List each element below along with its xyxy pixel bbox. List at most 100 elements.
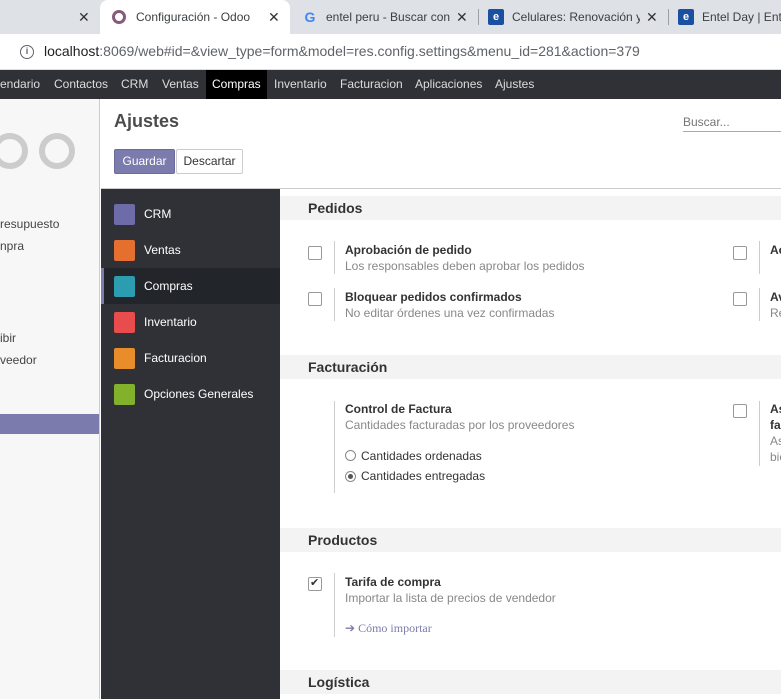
setting-title: Av <box>770 290 781 304</box>
close-tab-icon[interactable]: ✕ <box>456 9 468 26</box>
tab-title: Configuración - Odoo <box>136 10 251 24</box>
section-heading-pedidos: Pedidos <box>280 196 781 220</box>
setting-title: As <box>770 402 781 416</box>
settings-tab-label: Facturacion <box>144 351 207 365</box>
url-host: localhost <box>44 43 100 59</box>
menu-item-ventas[interactable]: Ventas <box>162 70 199 99</box>
tarifa-compra-checkbox[interactable] <box>308 576 322 591</box>
info-icon[interactable]: i <box>20 45 34 59</box>
browser-tab-google[interactable]: G entel peru - Buscar con Google ✕ <box>290 0 478 34</box>
tab-title: Entel Day | Entel <box>702 10 781 24</box>
sales-icon <box>114 239 135 261</box>
save-button[interactable]: Guardar <box>114 149 175 174</box>
sidebar-item[interactable]: resupuesto <box>0 217 59 231</box>
menu-item-facturacion[interactable]: Facturacion <box>340 70 403 99</box>
sidebar-item[interactable]: ibir <box>0 331 16 345</box>
browser-tab-entel-day[interactable]: e Entel Day | Entel <box>668 0 781 34</box>
settings-tab-label: Ventas <box>144 243 181 257</box>
browser-tab-odoo[interactable]: Configuración - Odoo ✕ <box>100 0 290 34</box>
main-menu: endario Contactos CRM Ventas Compras Inv… <box>0 70 781 99</box>
entel-favicon-icon: e <box>678 9 694 25</box>
odoo-logo <box>0 133 28 169</box>
settings-tab-label: Compras <box>144 279 193 293</box>
como-importar-link[interactable]: ➔ Cómo importar <box>345 621 432 636</box>
setting-checkbox[interactable] <box>733 246 747 260</box>
inventory-icon <box>114 311 135 333</box>
section-heading-productos: Productos <box>280 528 781 552</box>
aprobacion-pedido-checkbox[interactable] <box>308 246 322 260</box>
discard-button[interactable]: Descartar <box>176 149 243 174</box>
menu-item-aplicaciones[interactable]: Aplicaciones <box>415 70 482 99</box>
tab-title: entel peru - Buscar con Google <box>326 10 450 24</box>
sidebar-item[interactable]: veedor <box>0 353 37 367</box>
setting-title: Ac <box>770 243 781 257</box>
settings-tab-facturacion[interactable]: Facturacion <box>101 340 280 376</box>
app-sidebar: resupuesto npra ibir veedor <box>0 99 100 699</box>
close-tab-icon[interactable]: ✕ <box>646 9 658 26</box>
search-input[interactable] <box>683 112 781 132</box>
settings-tab-ventas[interactable]: Ventas <box>101 232 280 268</box>
cantidades-ordenadas-radio[interactable] <box>345 450 356 461</box>
setting-divider <box>334 241 335 274</box>
google-favicon-icon: G <box>304 9 316 25</box>
setting-title: Tarifa de compra <box>345 575 441 589</box>
address-bar[interactable]: i localhost:8069/web#id=&view_type=form&… <box>0 34 781 70</box>
menu-item-crm[interactable]: CRM <box>121 70 148 99</box>
menu-item-inventario[interactable]: Inventario <box>274 70 327 99</box>
url-text[interactable]: localhost:8069/web#id=&view_type=form&mo… <box>44 43 640 59</box>
browser-tab-bar: ✕ Configuración - Odoo ✕ G entel peru - … <box>0 0 781 34</box>
menu-item-ajustes[interactable]: Ajustes <box>495 70 534 99</box>
arrow-right-icon: ➔ <box>345 621 356 635</box>
sidebar-active-item[interactable] <box>0 414 99 434</box>
setting-title: fa <box>770 418 781 432</box>
radio-label: Cantidades entregadas <box>361 469 486 483</box>
settings-tab-label: Inventario <box>144 315 197 329</box>
setting-description: As <box>770 434 781 448</box>
odoo-favicon-icon <box>112 10 126 24</box>
setting-checkbox[interactable] <box>733 292 747 306</box>
close-tab-icon[interactable]: ✕ <box>78 9 90 26</box>
setting-description: No editar órdenes una vez confirmadas <box>345 306 555 320</box>
setting-description: Los responsables deben aprobar los pedid… <box>345 259 585 273</box>
settings-tab-general[interactable]: Opciones Generales <box>101 376 280 412</box>
settings-tab-inventario[interactable]: Inventario <box>101 304 280 340</box>
browser-tab-entel[interactable]: e Celulares: Renovación y Portabilidad ✕ <box>478 0 668 34</box>
page-title: Ajustes <box>114 111 180 131</box>
menu-item-compras[interactable]: Compras <box>206 70 267 99</box>
setting-description: Cantidades facturadas por los proveedore… <box>345 418 575 432</box>
setting-checkbox[interactable] <box>733 404 747 418</box>
menu-item-contactos[interactable]: Contactos <box>54 70 108 99</box>
setting-divider <box>759 401 760 466</box>
setting-title: Aprobación de pedido <box>345 243 472 257</box>
tab-title: Celulares: Renovación y Portabilidad <box>512 10 640 24</box>
invoicing-icon <box>114 347 135 369</box>
section-heading-facturacion: Facturación <box>280 355 781 379</box>
sidebar-item[interactable]: npra <box>0 239 24 253</box>
url-path: :8069/web#id=&view_type=form&model=res.c… <box>99 43 640 59</box>
setting-divider <box>759 288 760 321</box>
control-panel: Ajustes Guardar Descartar <box>101 99 781 189</box>
bloquear-pedidos-checkbox[interactable] <box>308 292 322 306</box>
setting-divider <box>334 573 335 637</box>
settings-content: Pedidos Aprobación de pedido Los respons… <box>280 189 781 699</box>
setting-divider <box>334 401 335 493</box>
radio-label: Cantidades ordenadas <box>361 449 482 463</box>
setting-title: Bloquear pedidos confirmados <box>345 290 522 304</box>
setting-divider <box>759 241 760 274</box>
close-tab-icon[interactable]: ✕ <box>268 9 280 26</box>
setting-description: Importar la lista de precios de vendedor <box>345 591 556 605</box>
settings-tab-crm[interactable]: CRM <box>101 196 280 232</box>
link-label: Cómo importar <box>358 621 432 635</box>
entel-favicon-icon: e <box>488 9 504 25</box>
cantidades-entregadas-radio[interactable] <box>345 471 356 482</box>
settings-tab-label: Opciones Generales <box>144 387 254 401</box>
menu-item-calendario[interactable]: endario <box>0 70 40 99</box>
gear-icon <box>114 383 135 405</box>
odoo-logo <box>39 133 75 169</box>
settings-sidebar: CRM Ventas Compras Inventario Facturacio… <box>101 189 280 699</box>
setting-divider <box>334 288 335 321</box>
section-heading-logistica: Logística <box>280 670 781 694</box>
browser-tab[interactable]: ✕ <box>0 0 100 34</box>
settings-tab-compras[interactable]: Compras <box>101 268 280 304</box>
setting-description: bie <box>770 450 781 464</box>
